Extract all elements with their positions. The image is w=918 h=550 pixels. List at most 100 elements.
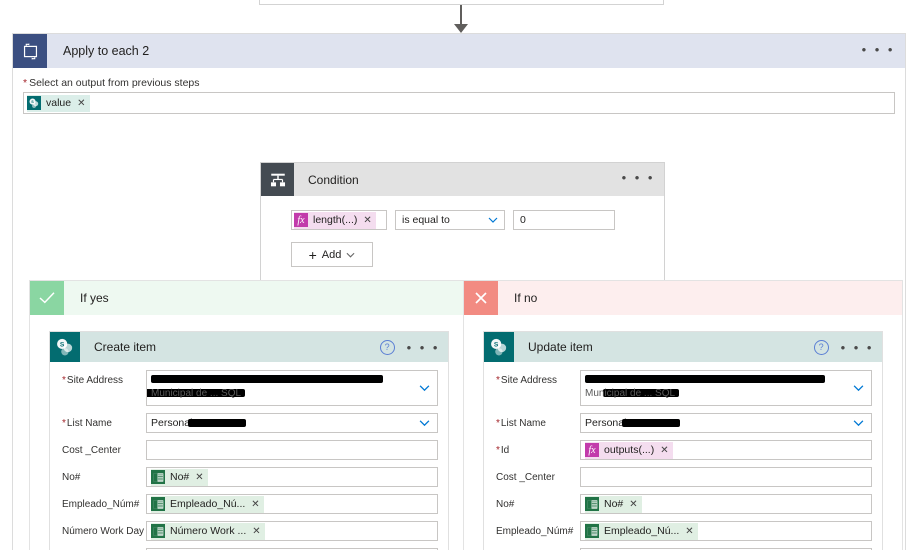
condition-operator-select[interactable]: is equal to	[395, 210, 505, 230]
text-field-input[interactable]	[580, 467, 872, 487]
connector-arrow-icon	[454, 24, 468, 33]
token-field-input[interactable]: fx outputs(...) ✕	[580, 440, 872, 460]
if-no-header: If no	[464, 281, 902, 315]
dynamic-content-token[interactable]: Empleado_Nú... ✕	[151, 495, 264, 513]
chevron-down-icon[interactable]	[419, 420, 430, 427]
dynamic-content-token[interactable]: fx outputs(...) ✕	[585, 441, 673, 459]
token-label: No#	[604, 498, 624, 510]
field-label-text: List Name	[66, 418, 112, 429]
create-item-fields: *Site Address Municipal de ... SQL *List N…	[50, 362, 448, 550]
token-label: outputs(...)	[604, 444, 655, 456]
token-field-input[interactable]: Empleado_Nú... ✕	[580, 521, 872, 541]
redacted-bar	[622, 419, 681, 427]
list-name-dropdown[interactable]: Personal	[146, 413, 438, 433]
select-output-label: * Select an output from previous steps	[23, 77, 200, 89]
create-item-tools: ? • • •	[379, 332, 440, 362]
expression-token-remove-icon[interactable]: ✕	[363, 215, 371, 226]
dynamic-content-token[interactable]: No# ✕	[151, 468, 208, 486]
condition-menu-button[interactable]: • • •	[622, 171, 655, 184]
token-remove-icon[interactable]: ✕	[195, 472, 203, 483]
token-field-input[interactable]: Empleado_Nú... ✕	[146, 494, 438, 514]
field-label-text: Cost _Center	[62, 445, 121, 456]
branch-if-yes: If yes S Create item ? • • • *Site Addre…	[29, 280, 469, 550]
token-remove-icon[interactable]: ✕	[660, 445, 668, 456]
plus-icon: +	[308, 246, 317, 263]
update-item-menu-button[interactable]: • • •	[841, 341, 874, 354]
condition-right-operand-input[interactable]: 0	[513, 210, 615, 230]
token-remove-icon[interactable]: ✕	[629, 499, 637, 510]
excel-icon	[585, 524, 599, 538]
update-item-fields: *Site Address Municipal de ... SQL *List N…	[484, 362, 882, 550]
site-address-dropdown[interactable]: Municipal de ... SQL	[146, 370, 438, 406]
condition-icon	[261, 163, 294, 196]
field-label-text: Cost _Center	[496, 472, 555, 483]
dynamic-content-token[interactable]: Empleado_Nú... ✕	[585, 522, 698, 540]
flow-designer-canvas: Apply to each 2 • • • * Select an output …	[0, 0, 918, 550]
chevron-down-icon	[488, 217, 498, 223]
chevron-down-icon[interactable]	[853, 420, 864, 427]
excel-icon	[585, 497, 599, 511]
list-name-value: Personal	[151, 417, 193, 429]
chevron-down-icon[interactable]	[853, 385, 864, 392]
site-address-value: Municipal de ... SQL	[147, 371, 437, 405]
field-label: Cost _Center	[62, 440, 146, 457]
help-icon[interactable]: ?	[379, 339, 395, 355]
text-field-input[interactable]	[146, 440, 438, 460]
apply-to-each-scope: Apply to each 2 • • • * Select an output …	[12, 33, 906, 550]
value-token[interactable]: S value ✕	[27, 94, 90, 112]
token-field-input[interactable]: No# ✕	[146, 467, 438, 487]
create-item-menu-button[interactable]: • • •	[407, 341, 440, 354]
required-asterisk: *	[496, 375, 500, 386]
required-asterisk: *	[62, 418, 66, 429]
field-label-text: Id	[500, 445, 510, 456]
field-label: Empleado_Núm#	[62, 494, 146, 511]
condition-left-operand-input[interactable]: fx length(...) ✕	[291, 210, 387, 230]
chevron-down-icon[interactable]	[419, 385, 430, 392]
if-yes-header: If yes	[30, 281, 468, 315]
expression-icon: fx	[294, 213, 308, 227]
select-output-input[interactable]: S value ✕	[23, 92, 895, 114]
dynamic-content-token[interactable]: No# ✕	[585, 495, 642, 513]
redacted-bar	[188, 419, 247, 427]
form-row: Empleado_Núm# Empleado_Nú... ✕	[50, 494, 448, 514]
condition-header[interactable]: Condition • • •	[261, 163, 664, 196]
token-remove-icon[interactable]: ✕	[251, 499, 259, 510]
required-asterisk: *	[23, 77, 28, 89]
expression-token[interactable]: fx length(...) ✕	[294, 211, 376, 229]
field-label-text: No#	[62, 472, 81, 483]
apply-to-each-header[interactable]: Apply to each 2 • • •	[13, 34, 905, 68]
form-row: Cost _Center	[50, 440, 448, 460]
required-asterisk: *	[496, 418, 500, 429]
site-address-dropdown[interactable]: Municipal de ... SQL	[580, 370, 872, 406]
token-field-input[interactable]: No# ✕	[580, 494, 872, 514]
create-item-header[interactable]: S Create item ? • • •	[50, 332, 448, 362]
form-row: *Site Address Municipal de ... SQL	[50, 370, 448, 406]
condition-card: Condition • • • fx length(...) ✕ is equa…	[260, 162, 665, 282]
field-label: *Site Address	[62, 370, 146, 387]
update-item-header[interactable]: S Update item ? • • •	[484, 332, 882, 362]
dynamic-content-token[interactable]: Número Work ... ✕	[151, 522, 265, 540]
token-remove-icon[interactable]: ✕	[685, 526, 693, 537]
token-remove-icon[interactable]: ✕	[252, 526, 260, 537]
loop-icon	[13, 34, 47, 68]
apply-to-each-menu-button[interactable]: • • •	[862, 43, 895, 56]
token-field-input[interactable]: Número Work ... ✕	[146, 521, 438, 541]
condition-add-button[interactable]: + Add	[291, 242, 373, 267]
form-row: *List Name Personal	[50, 413, 448, 433]
site-address-second-line: Municipal de ... SQL	[585, 388, 676, 399]
value-token-remove-icon[interactable]: ✕	[77, 98, 85, 109]
create-item-title: Create item	[94, 340, 157, 354]
help-icon[interactable]: ?	[813, 339, 829, 355]
update-item-title: Update item	[528, 340, 593, 354]
redacted-bar	[151, 375, 383, 384]
list-name-dropdown[interactable]: Personal	[580, 413, 872, 433]
update-item-tools: ? • • •	[813, 332, 874, 362]
field-label-text: Site Address	[66, 375, 124, 386]
field-label: *Id	[496, 440, 580, 457]
expression-icon: fx	[585, 443, 599, 457]
create-item-card: S Create item ? • • • *Site Address Munic…	[49, 331, 449, 550]
field-label: No#	[62, 467, 146, 484]
sharepoint-icon: S	[50, 332, 80, 362]
field-label: Empleado_Núm#	[496, 521, 580, 538]
field-label-text: Site Address	[500, 375, 558, 386]
